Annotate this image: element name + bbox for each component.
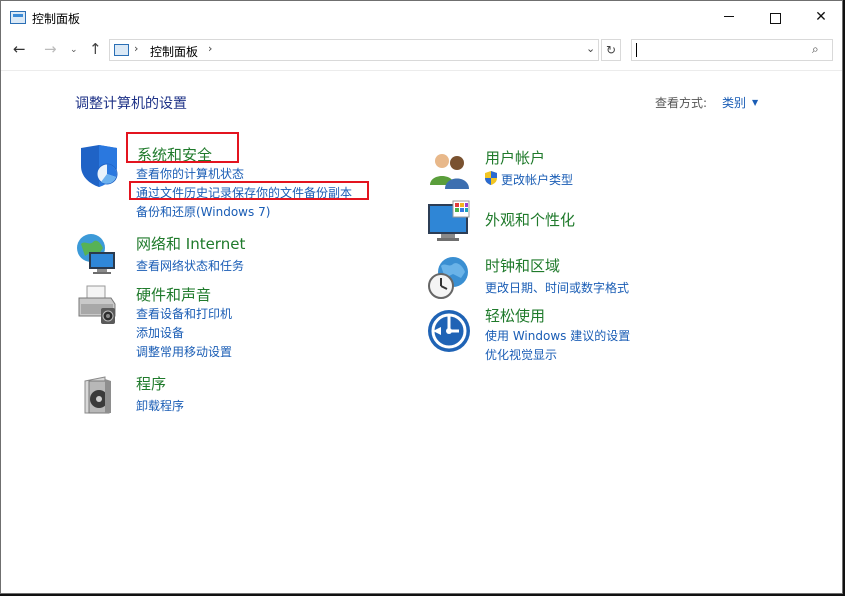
category-hardware-sound[interactable]: 硬件和声音 [136, 284, 211, 305]
link-add-device[interactable]: 添加设备 [136, 324, 184, 341]
link-change-date-time-format[interactable]: 更改日期、时间或数字格式 [485, 279, 629, 296]
control-panel-icon [10, 11, 26, 24]
title-bar: 控制面板 ✕ [1, 1, 842, 34]
link-change-account-type[interactable]: 更改帐户类型 [501, 171, 573, 188]
accessibility-icon[interactable] [427, 309, 471, 353]
breadcrumb-control-panel[interactable]: 控制面板 [150, 43, 198, 60]
maximize-icon [769, 13, 781, 24]
highlight-box-file-history [129, 181, 369, 200]
link-uninstall-program[interactable]: 卸载程序 [136, 397, 184, 414]
users-icon[interactable] [427, 149, 471, 193]
link-windows-recommended-settings[interactable]: 使用 Windows 建议的设置 [485, 327, 630, 344]
close-button[interactable]: ✕ [798, 1, 844, 34]
control-panel-window: 控制面板 ✕ ← → ⌄ ↑ › 控制面板 › ⌄ ↻ ⌕ 调整计算机的设置 查… [0, 0, 843, 594]
up-arrow-icon[interactable]: ↑ [89, 40, 102, 58]
dropdown-arrow-icon[interactable]: ▼ [752, 98, 758, 107]
window-title: 控制面板 [32, 12, 81, 26]
control-panel-icon [114, 44, 129, 56]
link-mobility-settings[interactable]: 调整常用移动设置 [136, 343, 232, 360]
category-clock-region[interactable]: 时钟和区域 [485, 255, 560, 276]
uac-shield-icon [484, 170, 498, 185]
category-network-internet[interactable]: 网络和 Internet [136, 233, 245, 254]
search-icon[interactable]: ⌕ [812, 42, 819, 57]
view-by-label: 查看方式: [655, 96, 708, 110]
network-globe-icon[interactable] [75, 232, 119, 276]
search-box[interactable]: ⌕ [631, 39, 833, 61]
maximize-button[interactable] [752, 1, 798, 34]
minimize-button[interactable] [706, 1, 752, 34]
category-user-accounts[interactable]: 用户帐户 [485, 147, 545, 168]
shield-icon[interactable] [77, 144, 121, 188]
text-cursor [636, 43, 637, 57]
forward-arrow-icon[interactable]: → [44, 40, 57, 58]
printer-icon[interactable] [75, 284, 119, 328]
address-dropdown-icon[interactable]: ⌄ [586, 42, 595, 55]
programs-disc-icon[interactable] [79, 373, 123, 417]
monitor-palette-icon[interactable] [427, 200, 471, 244]
link-backup-restore[interactable]: 备份和还原(Windows 7) [136, 203, 270, 220]
chevron-right-icon[interactable]: › [134, 42, 138, 55]
back-arrow-icon[interactable]: ← [13, 40, 26, 58]
chevron-right-icon[interactable]: › [208, 42, 212, 55]
minimize-icon [724, 16, 734, 17]
address-bar[interactable]: › 控制面板 › ⌄ [109, 39, 599, 61]
search-input[interactable] [637, 41, 807, 59]
view-by-dropdown[interactable]: 类别 ▼ [722, 94, 758, 111]
link-network-status[interactable]: 查看网络状态和任务 [136, 257, 244, 274]
category-ease-of-access[interactable]: 轻松使用 [485, 305, 545, 326]
divider [1, 70, 842, 71]
page-title: 调整计算机的设置 [75, 96, 187, 112]
recent-locations-chevron-icon[interactable]: ⌄ [70, 45, 78, 55]
navigation-bar: ← → ⌄ ↑ › 控制面板 › ⌄ ↻ ⌕ [1, 36, 842, 66]
category-programs[interactable]: 程序 [136, 373, 166, 394]
highlight-box-system-security [126, 132, 239, 163]
link-optimize-visual-display[interactable]: 优化视觉显示 [485, 346, 557, 363]
view-by-value[interactable]: 类别 [722, 96, 746, 110]
refresh-button[interactable]: ↻ [601, 39, 621, 61]
category-appearance-personalization[interactable]: 外观和个性化 [485, 209, 575, 230]
clock-globe-icon[interactable] [427, 256, 471, 300]
link-view-computer-status[interactable]: 查看你的计算机状态 [136, 165, 244, 182]
link-devices-printers[interactable]: 查看设备和打印机 [136, 305, 232, 322]
